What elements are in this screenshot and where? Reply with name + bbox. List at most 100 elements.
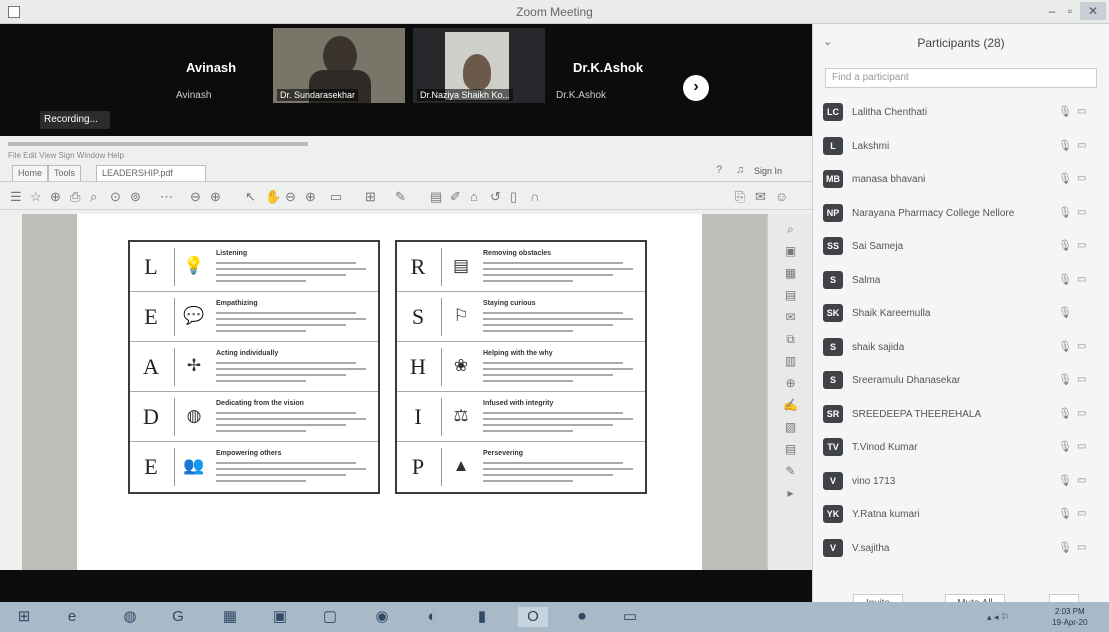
camera-off-icon[interactable]: ▭: [1077, 140, 1086, 151]
combine-icon[interactable]: ⧉: [768, 332, 813, 347]
search-icon[interactable]: ⌕: [90, 189, 97, 205]
hand-icon[interactable]: ✋: [265, 189, 281, 205]
mic-muted-icon[interactable]: 🎙: [1058, 440, 1072, 453]
camera-off-icon[interactable]: ▭: [1077, 274, 1086, 285]
participant-row[interactable]: SS Sai Sameja 🎙 ▭: [813, 232, 1109, 264]
camera-off-icon[interactable]: ▭: [1077, 475, 1086, 486]
layout-icon[interactable]: ⊞: [365, 189, 376, 205]
mic-muted-icon[interactable]: 🎙: [1058, 206, 1072, 219]
chrome-icon[interactable]: G: [166, 607, 190, 627]
participant-row[interactable]: S Sreeramulu Dhanasekar 🎙 ▭: [813, 366, 1109, 398]
export-pdf-icon[interactable]: ▣: [768, 244, 813, 258]
send-icon[interactable]: ▤: [768, 442, 813, 456]
sign-in-button[interactable]: Sign In: [754, 166, 782, 176]
participant-search-input[interactable]: Find a participant: [825, 68, 1097, 88]
zoom-in-icon[interactable]: ⊕: [210, 189, 221, 205]
video-app-icon[interactable]: ▢: [318, 607, 342, 627]
camera-off-icon[interactable]: ▭: [1077, 341, 1086, 352]
fill-sign-icon[interactable]: ▧: [768, 420, 813, 434]
camera-off-icon[interactable]: ▭: [1077, 173, 1086, 184]
mic-muted-icon[interactable]: 🎙: [1058, 239, 1072, 252]
sign-icon[interactable]: ∩: [530, 189, 539, 204]
camera-off-icon[interactable]: ▭: [1077, 374, 1086, 385]
tab-tools[interactable]: Tools: [48, 165, 82, 181]
opera-icon[interactable]: O: [518, 607, 548, 627]
zoom-out-icon[interactable]: ⊖: [190, 189, 201, 205]
delete-icon[interactable]: ▯: [510, 189, 517, 205]
camera-off-icon[interactable]: ▭: [1077, 240, 1086, 251]
tab-document[interactable]: LEADERSHIP.pdf: [96, 165, 206, 181]
camera-off-icon[interactable]: ▭: [1077, 207, 1086, 218]
camera-off-icon[interactable]: ▭: [1077, 542, 1086, 553]
create-pdf-icon[interactable]: ▦: [768, 266, 813, 280]
mic-muted-icon[interactable]: 🎙: [1058, 306, 1072, 319]
media-icon[interactable]: ▦: [218, 607, 242, 627]
participant-row[interactable]: SR SREEDEEPA THEEREHALA 🎙 ▭: [813, 400, 1109, 432]
tab-home[interactable]: Home: [12, 165, 49, 181]
mic-muted-icon[interactable]: 🎙: [1058, 172, 1072, 185]
save-icon[interactable]: ☰: [10, 189, 22, 205]
camera-off-icon[interactable]: ▭: [1077, 508, 1086, 519]
firefox-icon[interactable]: ◐: [420, 607, 444, 627]
mic-muted-icon[interactable]: 🎙: [1058, 407, 1072, 420]
camera-off-icon[interactable]: ▭: [1077, 408, 1086, 419]
zoom-level-select[interactable]: ▭: [330, 189, 342, 205]
organize-icon[interactable]: ▥: [768, 354, 813, 368]
close-icon[interactable]: ✕: [1080, 2, 1106, 20]
comment-icon[interactable]: ✎: [395, 189, 406, 205]
search-tool-icon[interactable]: ⌕: [768, 222, 813, 237]
participant-row[interactable]: YK Y.Ratna kumari 🎙 ▭: [813, 500, 1109, 532]
cursor-icon[interactable]: ↖: [245, 189, 256, 205]
more-tools-icon[interactable]: ✎: [768, 464, 813, 478]
participant-row[interactable]: S Salma 🎙 ▭: [813, 266, 1109, 298]
video-tile[interactable]: Dr. Sundarasekhar: [273, 28, 405, 103]
participant-row[interactable]: V vino 1713 🎙 ▭: [813, 467, 1109, 499]
mic-muted-icon[interactable]: 🎙: [1058, 273, 1072, 286]
scan-icon[interactable]: ⊕: [768, 376, 813, 390]
next-page-button[interactable]: ›: [683, 75, 709, 101]
comment-tool-icon[interactable]: ✉: [768, 310, 813, 324]
expand-icon[interactable]: ▸: [768, 486, 813, 500]
participant-row[interactable]: NP Narayana Pharmacy College Nellore 🎙 ▭: [813, 199, 1109, 231]
mic-muted-icon[interactable]: 🎙: [1058, 373, 1072, 386]
screen-icon[interactable]: ▭: [618, 607, 642, 627]
print-icon[interactable]: ⎙: [70, 189, 80, 205]
star-icon[interactable]: ☆: [30, 189, 42, 205]
ie-icon[interactable]: e: [60, 607, 84, 627]
maximize-icon[interactable]: ▫: [1062, 2, 1078, 20]
document-viewport[interactable]: L 💡 Listening E 💬 Empathizing A ✢ Acting…: [22, 214, 767, 570]
stamp-icon[interactable]: ⌂: [470, 189, 478, 204]
mic-muted-icon[interactable]: 🎙: [1058, 474, 1072, 487]
page-indicator-icon[interactable]: ⋯: [160, 189, 173, 205]
mic-muted-icon[interactable]: 🎙: [1058, 139, 1072, 152]
upload-icon[interactable]: ⊕: [50, 189, 61, 205]
arrow-up-icon[interactable]: ⊙: [110, 189, 121, 205]
app-icon[interactable]: ◍: [118, 607, 142, 627]
zoom-icon[interactable]: ⊖: [285, 189, 296, 205]
video-tile[interactable]: Dr.Naziya Shaikh Ko...: [413, 28, 545, 103]
participant-row[interactable]: V V.sajitha 🎙 ▭: [813, 534, 1109, 566]
arrow-down-icon[interactable]: ⊚: [130, 189, 141, 205]
share-icon[interactable]: ⎘: [735, 189, 745, 205]
mic-muted-icon[interactable]: 🎙: [1058, 541, 1072, 554]
mic-muted-icon[interactable]: 🎙: [1058, 340, 1072, 353]
browser-icon[interactable]: ◉: [370, 607, 394, 627]
participant-row[interactable]: LC Lalitha Chenthati 🎙 ▭: [813, 98, 1109, 130]
edit-pdf-icon[interactable]: ▤: [768, 288, 813, 302]
participant-row[interactable]: TV T.Vinod Kumar 🎙 ▭: [813, 433, 1109, 465]
start-icon[interactable]: ⊞: [12, 607, 36, 627]
recording-indicator[interactable]: Recording...: [40, 111, 110, 129]
help-icon[interactable]: ?: [716, 164, 722, 176]
camera-off-icon[interactable]: ▭: [1077, 441, 1086, 452]
mic-muted-icon[interactable]: 🎙: [1058, 105, 1072, 118]
protect-icon[interactable]: ✍: [768, 398, 813, 412]
pen-icon[interactable]: ✐: [450, 189, 461, 205]
participant-row[interactable]: MB manasa bhavani 🎙 ▭: [813, 165, 1109, 197]
user-icon[interactable]: ☺: [775, 189, 788, 204]
camera-off-icon[interactable]: ▭: [1077, 106, 1086, 117]
mail-icon[interactable]: ✉: [755, 189, 766, 205]
participant-row[interactable]: L Lakshmi 🎙 ▭: [813, 132, 1109, 164]
highlight-icon[interactable]: ▤: [430, 189, 442, 205]
rotate-icon[interactable]: ↺: [490, 189, 501, 205]
document-icon[interactable]: ▮: [470, 607, 494, 627]
